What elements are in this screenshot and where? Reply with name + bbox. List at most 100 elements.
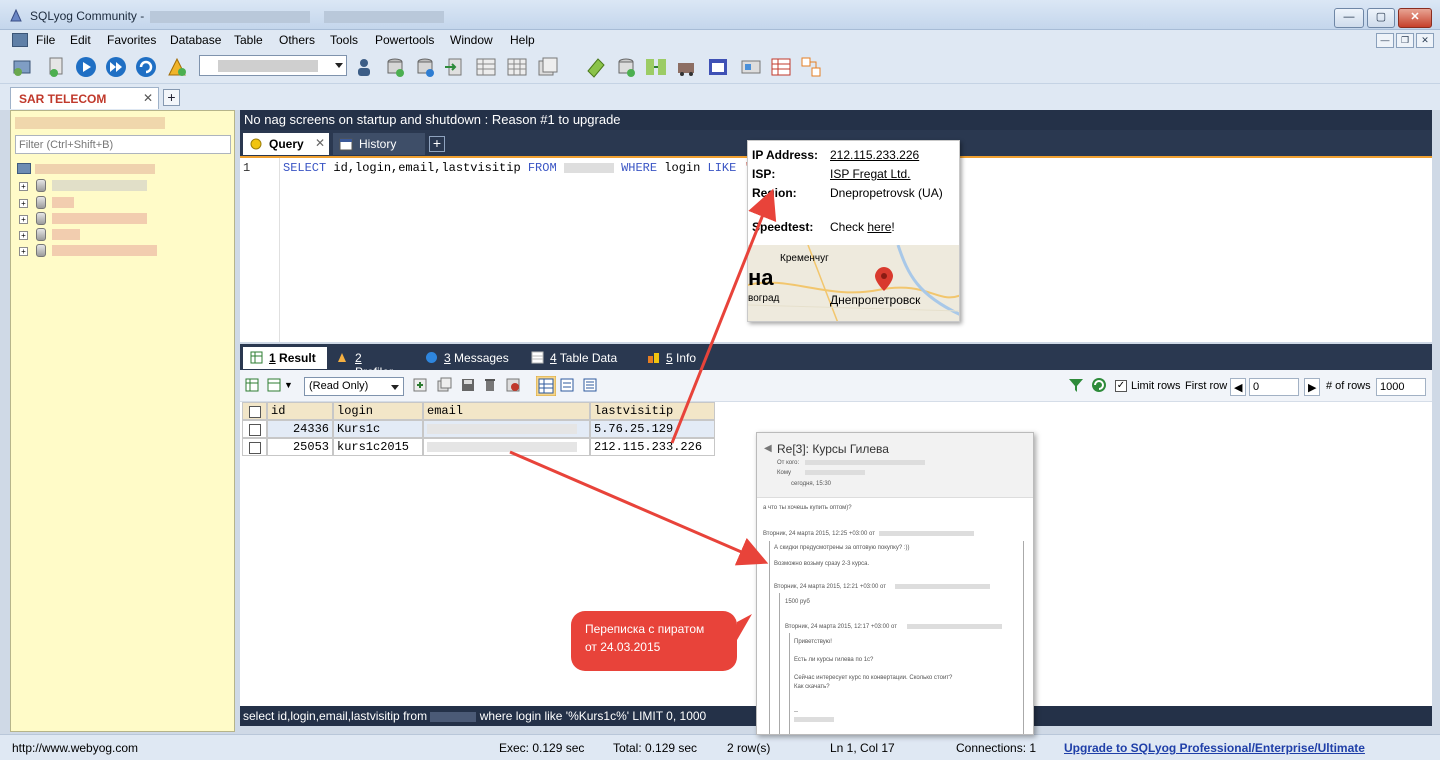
table-cell[interactable]: Kurs1c: [333, 420, 423, 438]
tab-query[interactable]: Query ✕: [243, 133, 329, 155]
tab-result[interactable]: 1 Result: [243, 347, 327, 369]
add-row-icon[interactable]: [412, 377, 428, 393]
website-link[interactable]: http://www.webyog.com: [12, 741, 138, 755]
previous-page-button[interactable]: ◀: [1230, 378, 1246, 396]
tree-database-node[interactable]: +: [15, 227, 215, 243]
schema-icon[interactable]: [165, 55, 189, 79]
new-query-icon[interactable]: [44, 55, 68, 79]
tree-database-node[interactable]: +: [15, 178, 215, 194]
schema-designer-icon[interactable]: [584, 55, 608, 79]
expand-icon[interactable]: +: [19, 199, 28, 208]
tab-table-data[interactable]: 4 Table Data: [524, 347, 632, 369]
execute-query-icon[interactable]: [74, 55, 98, 79]
table-cell[interactable]: [423, 420, 590, 438]
row-selector[interactable]: [242, 420, 267, 438]
duplicate-row-icon[interactable]: [436, 377, 452, 393]
tab-info[interactable]: 5 Info: [640, 347, 704, 369]
row-checkbox[interactable]: [249, 424, 261, 436]
mdi-restore-button[interactable]: ❐: [1396, 33, 1414, 48]
execute-all-icon[interactable]: [104, 55, 128, 79]
tree-database-node[interactable]: +: [15, 211, 215, 227]
scheduler-icon[interactable]: [706, 55, 730, 79]
tab-profiler[interactable]: 2 Profiler: [329, 347, 409, 379]
table-cell[interactable]: 25053: [267, 438, 333, 456]
row-checkbox[interactable]: [249, 442, 261, 454]
table-structure-icon[interactable]: [474, 55, 498, 79]
text-view-icon[interactable]: [582, 377, 598, 393]
compare-icon[interactable]: [644, 55, 668, 79]
select-all-checkbox[interactable]: [249, 406, 261, 418]
expand-icon[interactable]: +: [19, 215, 28, 224]
column-header[interactable]: email: [423, 402, 590, 420]
query-builder-icon[interactable]: [799, 55, 823, 79]
minimize-button[interactable]: —: [1334, 8, 1364, 28]
new-connection-icon[interactable]: [11, 55, 35, 79]
database-selector[interactable]: [199, 55, 347, 76]
column-header[interactable]: id: [267, 402, 333, 420]
new-query-tab-button[interactable]: +: [429, 136, 445, 152]
migration-icon[interactable]: [676, 55, 700, 79]
table-cell[interactable]: kurs1c2015: [333, 438, 423, 456]
export-icon[interactable]: [244, 377, 260, 393]
save-icon[interactable]: [460, 377, 476, 393]
expand-icon[interactable]: +: [19, 231, 28, 240]
table-cell[interactable]: [423, 438, 590, 456]
expand-icon[interactable]: +: [19, 247, 28, 256]
sql-text[interactable]: SELECT id,login,email,lastvisitip FROM W…: [283, 161, 758, 175]
chevron-down-icon[interactable]: ▼: [284, 380, 293, 390]
select-all-cell[interactable]: [242, 402, 267, 420]
document-icon[interactable]: [12, 33, 28, 47]
maximize-button[interactable]: ▢: [1367, 8, 1395, 28]
first-row-input[interactable]: 0: [1249, 378, 1299, 396]
grid-view-icon[interactable]: [536, 376, 556, 396]
cancel-icon[interactable]: [505, 377, 521, 393]
menu-help[interactable]: Help: [510, 33, 535, 47]
tree-database-node[interactable]: +: [15, 195, 215, 211]
menu-window[interactable]: Window: [450, 33, 493, 47]
speedtest-link[interactable]: here: [867, 220, 891, 234]
delete-icon[interactable]: [482, 377, 498, 393]
menu-database[interactable]: Database: [170, 33, 221, 47]
row-selector[interactable]: [242, 438, 267, 456]
num-rows-input[interactable]: 1000: [1376, 378, 1426, 396]
refresh-icon[interactable]: [134, 55, 158, 79]
copy-data-icon[interactable]: [266, 377, 282, 393]
backup-icon[interactable]: [383, 55, 407, 79]
column-header[interactable]: lastvisitip: [590, 402, 715, 420]
filter-input[interactable]: Filter (Ctrl+Shift+B): [15, 135, 231, 154]
menu-file[interactable]: File: [36, 33, 55, 47]
table-cell[interactable]: 5.76.25.129: [590, 420, 715, 438]
report-icon[interactable]: [769, 55, 793, 79]
menu-others[interactable]: Others: [279, 33, 315, 47]
table-cell[interactable]: 212.115.233.226: [590, 438, 715, 456]
menu-edit[interactable]: Edit: [70, 33, 91, 47]
restore-icon[interactable]: [413, 55, 437, 79]
close-icon[interactable]: ✕: [315, 136, 325, 150]
limit-rows-checkbox[interactable]: ✓: [1115, 380, 1127, 392]
table-cell[interactable]: 24336: [267, 420, 333, 438]
next-page-button[interactable]: ▶: [1304, 378, 1320, 396]
tab-history[interactable]: History: [333, 133, 425, 155]
tree-server-node[interactable]: [15, 161, 215, 177]
mdi-close-button[interactable]: ✕: [1416, 33, 1434, 48]
refresh-icon[interactable]: [1091, 377, 1107, 393]
filter-icon[interactable]: [1068, 377, 1084, 393]
tree-database-node[interactable]: +: [15, 243, 215, 259]
table-data-icon[interactable]: [505, 55, 529, 79]
column-header[interactable]: login: [333, 402, 423, 420]
nag-banner[interactable]: No nag screens on startup and shutdown :…: [240, 110, 1432, 130]
tab-messages[interactable]: 3 Messages: [418, 347, 516, 369]
upgrade-link[interactable]: Upgrade to SQLyog Professional/Enterpris…: [1064, 741, 1365, 755]
form-view-icon[interactable]: [559, 377, 575, 393]
notifications-icon[interactable]: [739, 55, 763, 79]
close-button[interactable]: ✕: [1398, 8, 1432, 28]
sync-icon[interactable]: [614, 55, 638, 79]
close-icon[interactable]: ✕: [143, 91, 153, 105]
table-copy-icon[interactable]: [536, 55, 560, 79]
expand-icon[interactable]: +: [19, 182, 28, 191]
mdi-minimize-button[interactable]: —: [1376, 33, 1394, 48]
menu-powertools[interactable]: Powertools: [375, 33, 434, 47]
menu-tools[interactable]: Tools: [330, 33, 358, 47]
new-connection-tab-button[interactable]: +: [163, 89, 180, 106]
connection-tab[interactable]: SAR TELECOM ✕: [10, 87, 159, 109]
